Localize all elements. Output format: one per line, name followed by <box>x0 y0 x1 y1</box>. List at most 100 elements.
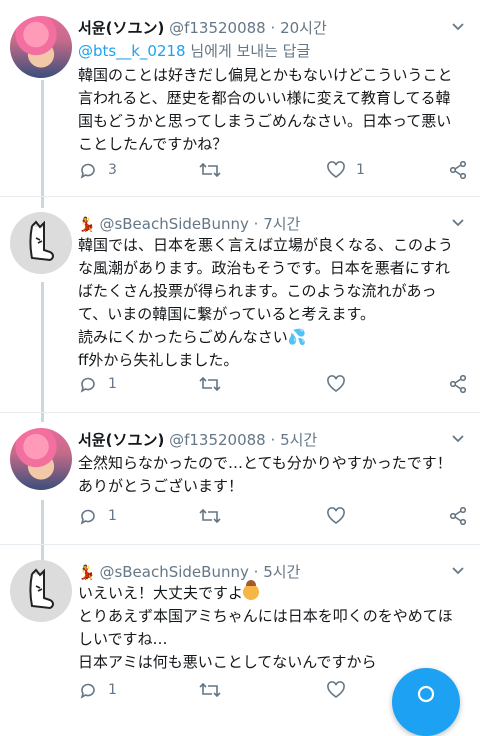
share-icon <box>449 506 467 526</box>
bunny-sketch-icon <box>29 220 54 262</box>
tweet-text-line: 読みにくかったらごめんなさい💦 <box>78 326 462 349</box>
tweet-text-line: な風潮があります。政治もそうです。日本を悪者にすれ <box>78 259 450 277</box>
tweet-text-line: 韓国では、日本を悪く言えば立場が良くなる、このよう <box>78 236 454 254</box>
chevron-down-icon[interactable] <box>450 430 466 446</box>
compose-icon <box>417 685 435 703</box>
tweet-header: 서윤(ソユン) @f13520088 · 5시간 <box>78 428 317 452</box>
timestamp-sep: · <box>253 563 259 581</box>
reply-count: 1 <box>108 508 117 524</box>
reply-to-suffix: 님에게 보내는 답글 <box>185 42 311 60</box>
reply-count: 3 <box>108 162 117 178</box>
user-handle[interactable]: @f13520088 <box>169 19 266 37</box>
tweet-text: 韓国では、日本を悪く言えば立場が良くなる、このよう な風潮があります。政治もそう… <box>78 234 462 372</box>
share-icon <box>449 374 467 394</box>
like-count: 1 <box>356 162 365 178</box>
tweet-header: 💃 @sBeachSideBunny · 5시간 <box>78 560 300 584</box>
reply-button[interactable]: 1 <box>78 678 117 702</box>
retweet-icon <box>199 162 221 178</box>
retweet-icon <box>199 508 221 524</box>
tweet-text-line: しいですね… <box>78 630 168 648</box>
share-button[interactable] <box>448 372 468 396</box>
tweet[interactable]: 서윤(ソユン) @f13520088 · 5시간 全然知らなかったので…とても分… <box>0 428 480 538</box>
avatar[interactable] <box>10 428 72 490</box>
avatar[interactable] <box>10 212 72 274</box>
tweet-text-line: 全然知らなかったので…とても分かりやすかったです！ <box>78 454 452 472</box>
tweet-text-fragment: いえいえ！大丈夫ですよ <box>78 584 244 602</box>
tweet-text: 全然知らなかったので…とても分かりやすかったです！ ありがとうございます！ <box>78 452 462 498</box>
tweet-text-line: とりあえず本国アミちゃんには日本を叩くのをやめてほ <box>78 607 453 625</box>
like-icon <box>327 681 345 698</box>
divider <box>0 544 480 545</box>
reply-count: 1 <box>108 376 117 392</box>
timestamp[interactable]: 7시간 <box>263 215 300 233</box>
tweet-text-line: 日本アミは何も悪いことしてないんですから <box>78 653 377 671</box>
like-button[interactable]: 1 <box>326 158 365 182</box>
tweet-text-line: ff外から失礼しました。 <box>78 351 239 369</box>
timestamp[interactable]: 5시간 <box>280 431 317 449</box>
like-button[interactable] <box>326 678 346 702</box>
share-button[interactable] <box>448 504 468 528</box>
reply-to-link[interactable]: @bts__k_0218 <box>78 42 186 60</box>
avatar[interactable] <box>10 560 72 622</box>
reply-icon <box>80 163 95 179</box>
like-icon <box>327 507 345 524</box>
retweet-button[interactable] <box>198 504 222 528</box>
tweet-actions: 1 <box>78 504 470 528</box>
retweet-button[interactable] <box>198 678 222 702</box>
reply-context: @bts__k_0218 님에게 보내는 답글 <box>78 40 310 61</box>
user-handle[interactable]: @f13520088 <box>169 431 266 449</box>
chevron-down-icon[interactable] <box>450 562 466 578</box>
like-icon <box>327 161 345 178</box>
reply-icon <box>80 683 95 699</box>
timestamp[interactable]: 20시간 <box>280 19 327 37</box>
retweet-button[interactable] <box>198 372 222 396</box>
tweet[interactable]: 💃 @sBeachSideBunny · 7시간 韓国では、日本を悪く言えば立場が… <box>0 212 480 412</box>
dancer-emoji-icon: 💃 <box>78 565 96 581</box>
tweet-text-line: 言われると、歴史を都合のいい様に変えて教育してる韓 <box>78 89 451 107</box>
timestamp-sep: · <box>270 431 276 449</box>
avatar[interactable] <box>10 16 72 78</box>
divider <box>0 196 480 197</box>
bunny-sketch-icon <box>29 568 54 610</box>
compose-button[interactable] <box>392 668 460 736</box>
display-name[interactable]: 서윤(ソユン) <box>78 19 164 37</box>
share-button[interactable] <box>448 158 468 182</box>
dancer-emoji-icon: 💃 <box>78 217 96 233</box>
reply-count: 1 <box>108 682 117 698</box>
user-handle[interactable]: @sBeachSideBunny <box>99 563 248 581</box>
user-handle[interactable]: @sBeachSideBunny <box>99 215 248 233</box>
chevron-down-icon[interactable] <box>450 18 466 34</box>
reply-button[interactable]: 3 <box>78 158 117 182</box>
timestamp-sep: · <box>270 19 276 37</box>
tweet-text-fragment: 読みにくかったらごめんなさい <box>78 328 288 346</box>
like-icon <box>327 375 345 392</box>
tweet-text-line: ばたくさん投票が得られます。このような流れがあっ <box>78 282 437 300</box>
reply-button[interactable]: 1 <box>78 372 117 396</box>
tweet-text-line: ことしたんですかね？ <box>78 135 228 153</box>
reply-button[interactable]: 1 <box>78 504 117 528</box>
tweet[interactable]: 서윤(ソユン) @f13520088 · 20시간 @bts__k_0218 님… <box>0 16 480 196</box>
tweet-text: いえいえ！大丈夫ですよ とりあえず本国アミちゃんには日本を叩くのをやめてほ しい… <box>78 580 462 674</box>
tweet-text-line: て、いまの韓国に繋がっていると考えます。 <box>78 305 376 323</box>
gesture-emoji-icon <box>243 580 260 600</box>
timestamp[interactable]: 5시간 <box>263 563 300 581</box>
like-button[interactable] <box>326 372 346 396</box>
timestamp-sep: · <box>253 215 259 233</box>
tweet-actions: 1 <box>78 372 470 396</box>
tweet-text-line: 国もどうかと思ってしまうごめんなさい。日本って悪い <box>78 112 452 130</box>
tweet-text-line: 韓国のことは好きだし偏見とかもないけどこういうこと <box>78 66 453 84</box>
share-icon <box>449 160 467 180</box>
retweet-icon <box>199 682 221 698</box>
retweet-icon <box>199 376 221 392</box>
sweat-drops-emoji: 💦 <box>287 328 307 346</box>
reply-icon <box>80 509 95 525</box>
reply-icon <box>80 377 95 393</box>
tweet-text: 韓国のことは好きだし偏見とかもないけどこういうこと 言われると、歴史を都合のいい… <box>78 64 462 156</box>
display-name[interactable]: 서윤(ソユン) <box>78 431 164 449</box>
like-button[interactable] <box>326 504 346 528</box>
chevron-down-icon[interactable] <box>450 214 466 230</box>
retweet-button[interactable] <box>198 158 232 182</box>
tweet-header: 💃 @sBeachSideBunny · 7시간 <box>78 212 300 236</box>
divider <box>0 412 480 413</box>
tweet-actions: 3 1 <box>78 158 470 182</box>
